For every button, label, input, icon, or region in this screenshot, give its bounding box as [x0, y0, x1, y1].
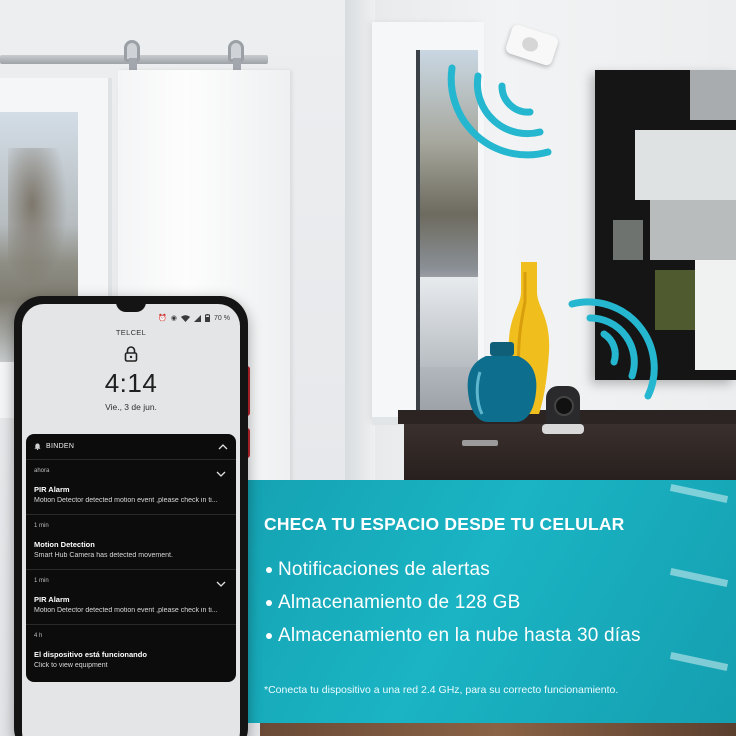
footnote: *Conecta tu dispositivo a una red 2.4 GH…: [264, 684, 619, 696]
wall-corner: [345, 0, 375, 480]
bullet: [266, 599, 272, 606]
status-bar: ⏰ ◉ 70 %: [22, 312, 240, 324]
bullet: [266, 632, 272, 639]
signal-icon: [194, 314, 202, 322]
promo-banner: CHECA TU ESPACIO DESDE TU CELULAR Notifi…: [246, 480, 736, 723]
eye-icon: ◉: [170, 315, 178, 322]
notification-title: Motion Detection: [34, 540, 95, 549]
notification-title: El dispositivo está funcionando: [34, 650, 147, 659]
promo-headline: CHECA TU ESPACIO DESDE TU CELULAR: [264, 514, 625, 534]
feature-text: Notificaciones de alertas: [278, 558, 490, 580]
notification-time: 1 min: [34, 578, 49, 584]
app-name: BINDEN: [46, 443, 75, 450]
decor-stripe: [669, 568, 729, 587]
notification-body: Click to view equipment: [34, 662, 108, 669]
notification-time: ahora: [34, 468, 50, 474]
notification-group-header[interactable]: BINDEN: [26, 434, 236, 460]
feature-item: Almacenamiento de 128 GB: [266, 586, 641, 619]
wifi-icon: [181, 314, 191, 322]
notification-title: PIR Alarm: [34, 595, 70, 604]
smart-camera: [542, 386, 584, 434]
battery-level: 70 %: [214, 314, 230, 322]
feature-list: Notificaciones de alertas Almacenamiento…: [266, 553, 641, 652]
notification-body: Motion Detector detected motion event ,p…: [34, 607, 218, 614]
drawer-handle: [462, 440, 498, 446]
notification-item[interactable]: ahora PIR Alarm Motion Detector detected…: [26, 460, 236, 515]
notification-item[interactable]: 4 h El dispositivo está funcionando Clic…: [26, 625, 236, 680]
notification-title: PIR Alarm: [34, 485, 70, 494]
notification-time: 4 h: [34, 633, 43, 639]
lock-icon[interactable]: [124, 346, 138, 362]
bullet: [266, 566, 272, 573]
battery-icon: [205, 314, 211, 322]
feature-text: Almacenamiento de 128 GB: [278, 591, 521, 613]
blue-vase: [467, 342, 537, 422]
lock-screen: ⏰ ◉ 70 % TELCEL 4:14 Vie., 3 de jun. BIN…: [22, 304, 240, 736]
feature-text: Almacenamiento en la nube hasta 30 días: [278, 624, 641, 646]
decor-stripe: [669, 484, 729, 503]
chevron-up-icon[interactable]: [218, 443, 228, 451]
notification-body: Motion Detector detected motion event ,p…: [34, 497, 218, 504]
abstract-painting: [595, 70, 736, 380]
chevron-down-icon[interactable]: [216, 580, 226, 588]
feature-item: Notificaciones de alertas: [266, 553, 641, 586]
chevron-down-icon[interactable]: [216, 470, 226, 478]
feature-item: Almacenamiento en la nube hasta 30 días: [266, 619, 641, 652]
decor-stripe: [669, 652, 729, 671]
notification-body: Smart Hub Camera has detected movement.: [34, 552, 173, 559]
smartphone: ⏰ ◉ 70 % TELCEL 4:14 Vie., 3 de jun. BIN…: [14, 296, 248, 736]
lock-screen-clock: 4:14: [104, 368, 158, 398]
carrier-name: TELCEL: [115, 328, 147, 337]
notification-time: 1 min: [34, 523, 49, 529]
lock-screen-date: Vie., 3 de jun.: [105, 402, 157, 412]
tree-outside: [8, 148, 68, 288]
alarm-icon: ⏰: [158, 315, 167, 322]
notification-item[interactable]: 1 min Motion Detection Smart Hub Camera …: [26, 515, 236, 570]
notification-panel: BINDEN ahora PIR Alarm Motion Detector d…: [26, 434, 236, 682]
notification-item[interactable]: 1 min PIR Alarm Motion Detector detected…: [26, 570, 236, 625]
camera-notch: [116, 304, 146, 312]
bell-icon: [34, 443, 41, 450]
